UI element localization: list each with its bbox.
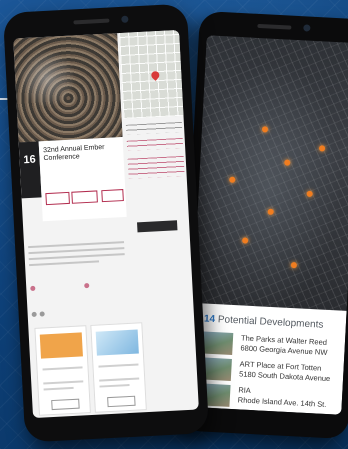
event-phone: 16 32nd Annual Ember Conference: [2, 3, 210, 443]
developments-header: 14 Potential Developments: [204, 313, 324, 330]
camera-icon: [303, 24, 311, 32]
tile-image: [95, 329, 139, 356]
related-tile[interactable]: [34, 325, 91, 416]
social-icon[interactable]: [31, 311, 37, 318]
speaker-grille: [73, 18, 110, 25]
favorite-icon[interactable]: [30, 285, 36, 292]
event-venue-text[interactable]: [127, 155, 185, 179]
development-thumbnail: [200, 331, 234, 355]
speaker-grille: [257, 23, 292, 30]
text-line: [43, 380, 84, 385]
tile-button[interactable]: [51, 398, 80, 411]
map-marker[interactable]: [261, 126, 269, 133]
camera-icon: [121, 15, 129, 23]
map-marker[interactable]: [241, 237, 249, 244]
developments-panel: 14 Potential Developments The Parks at W…: [187, 302, 348, 415]
map-marker[interactable]: [306, 190, 313, 197]
developments-title: Potential Developments: [217, 314, 324, 331]
tile-image: [39, 332, 83, 359]
related-tile[interactable]: [90, 322, 147, 413]
development-name: RIA: [238, 385, 252, 396]
event-info: [124, 118, 189, 221]
map-marker[interactable]: [267, 208, 274, 215]
event-day: 16: [23, 153, 37, 167]
development-item[interactable]: RIA Rhode Island Ave. 14th St.: [197, 383, 348, 415]
share-icon[interactable]: [84, 282, 90, 289]
about-section: [27, 229, 127, 318]
event-action-button[interactable]: [101, 189, 124, 203]
tile-button[interactable]: [107, 395, 136, 408]
text-line: [43, 386, 74, 391]
promo-graphic: 14 Potential Developments The Parks at W…: [0, 0, 348, 449]
text-line: [28, 253, 125, 261]
event-link-text[interactable]: [126, 137, 184, 151]
map-marker[interactable]: [229, 176, 236, 183]
text-line: [98, 363, 139, 368]
event-phone-screen: 16 32nd Annual Ember Conference: [13, 29, 199, 419]
map-marker[interactable]: [284, 159, 291, 166]
map-marker[interactable]: [290, 261, 298, 269]
event-action-button[interactable]: [45, 191, 70, 206]
event-time-text: [125, 121, 183, 135]
development-address: Rhode Island Ave. 14th St.: [237, 395, 327, 409]
location-pin-icon: [149, 69, 161, 81]
event-card: 32nd Annual Ember Conference: [38, 137, 127, 222]
event-action-button[interactable]: [71, 190, 98, 204]
directions-button[interactable]: [137, 220, 178, 233]
text-line: [42, 366, 83, 371]
text-line: [29, 260, 100, 267]
map-marker[interactable]: [318, 145, 326, 152]
event-title: 32nd Annual Ember Conference: [42, 143, 105, 163]
event-photo: [13, 33, 123, 143]
event-location-map[interactable]: [119, 29, 184, 119]
text-line: [99, 377, 140, 382]
city-map[interactable]: [192, 35, 348, 313]
map-phone-screen: 14 Potential Developments The Parks at W…: [187, 35, 348, 415]
social-icon[interactable]: [39, 311, 45, 317]
text-line: [99, 383, 130, 388]
developments-count: 14: [203, 313, 216, 326]
